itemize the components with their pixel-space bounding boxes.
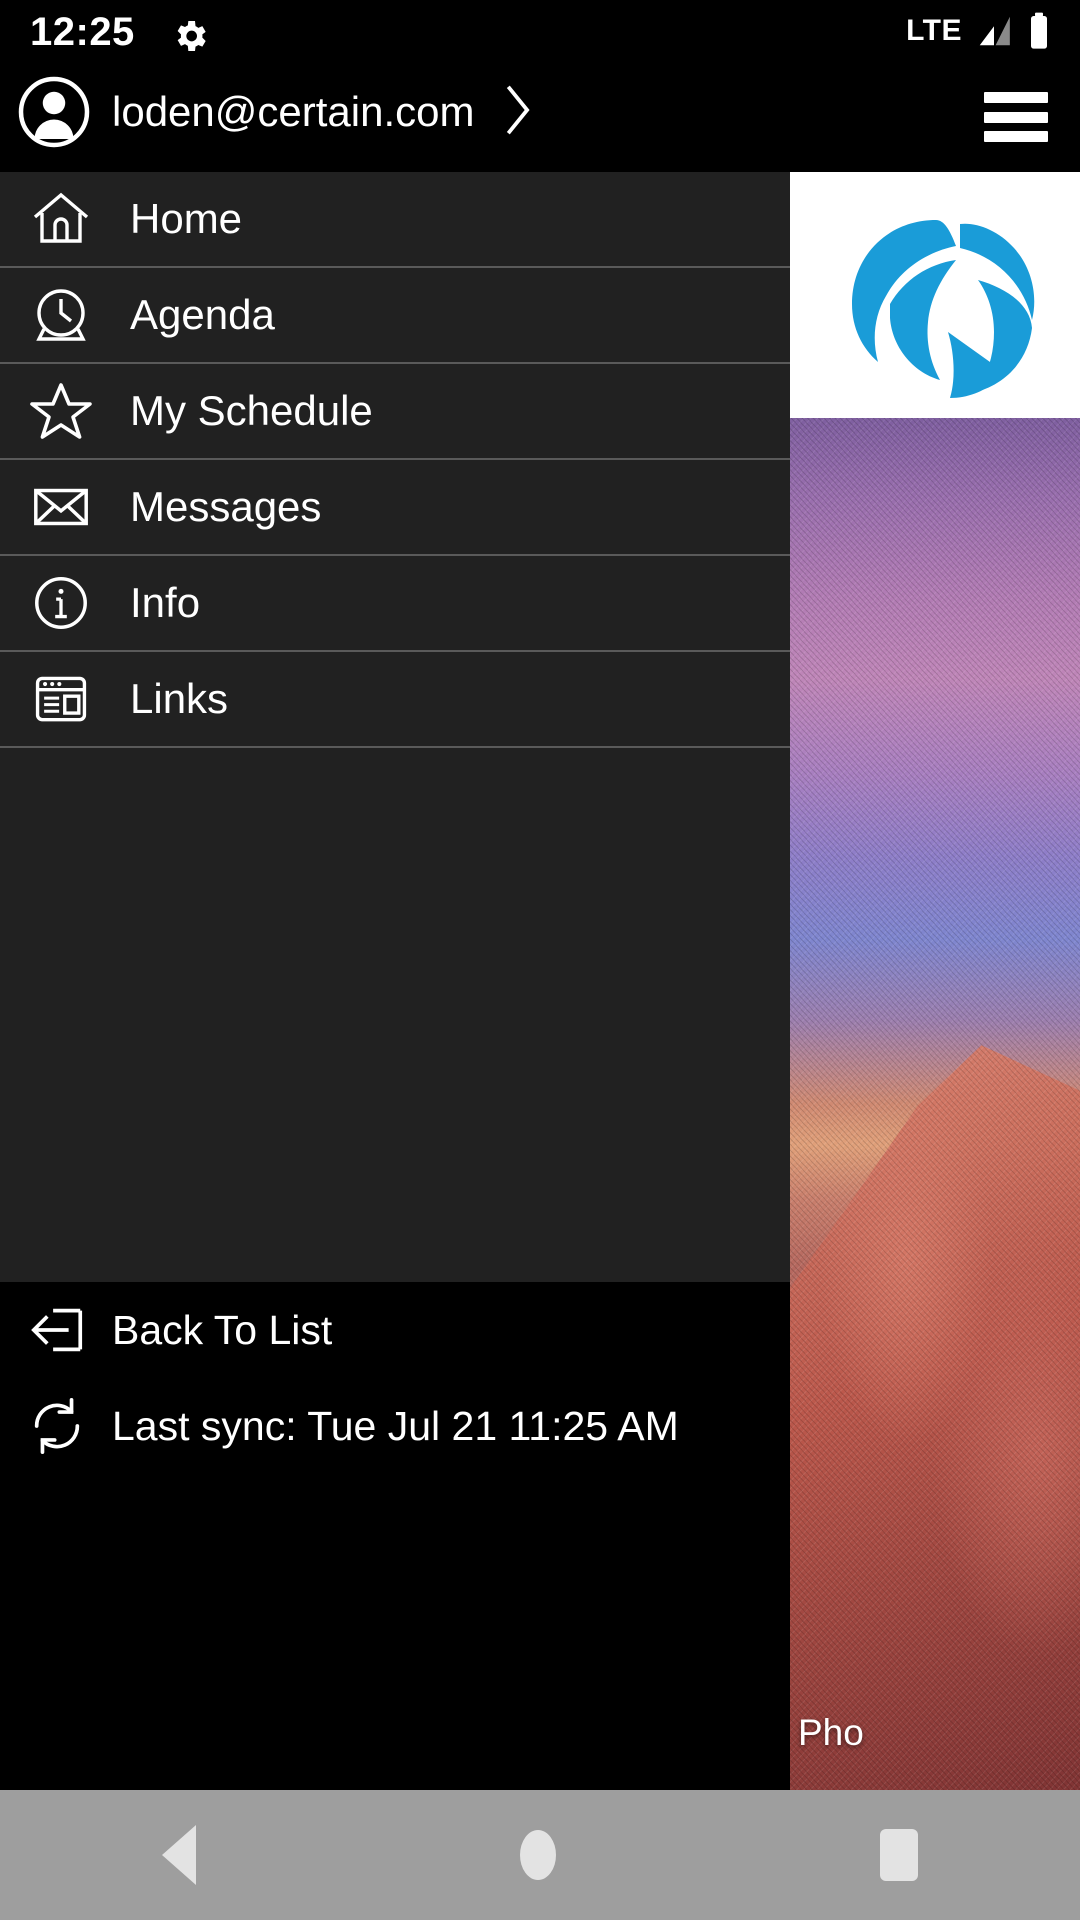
- refresh-sync-icon: [22, 1391, 92, 1461]
- back-to-list-button[interactable]: Back To List: [0, 1282, 790, 1378]
- arrow-into-bracket-icon: [22, 1295, 92, 1365]
- sidebar-item-messages[interactable]: Messages: [0, 460, 790, 556]
- back-to-list-label: Back To List: [112, 1306, 333, 1353]
- sidebar-item-home[interactable]: Home: [0, 172, 790, 268]
- home-icon: [22, 180, 100, 258]
- sidebar-item-label: Info: [130, 579, 201, 626]
- hamburger-bar: [984, 111, 1048, 123]
- account-row[interactable]: loden@certain.com: [18, 76, 534, 148]
- drawer-bottom-filler: [0, 1474, 790, 1790]
- sidebar-item-info[interactable]: Info: [0, 556, 790, 652]
- sidebar-item-agenda[interactable]: Agenda: [0, 268, 790, 364]
- sidebar-item-label: Links: [130, 675, 229, 722]
- app-logo-card: [790, 160, 1080, 418]
- account-email: loden@certain.com: [112, 88, 475, 135]
- nav-back-icon[interactable]: [162, 1825, 196, 1885]
- sidebar-item-my-schedule[interactable]: My Schedule: [0, 364, 790, 460]
- clock-icon: [22, 276, 100, 354]
- nav-home-icon[interactable]: [520, 1830, 556, 1880]
- hamburger-bar: [984, 92, 1048, 103]
- signal-bars-icon: [979, 16, 1010, 46]
- gear-icon: [170, 16, 210, 61]
- chevron-right-icon[interactable]: [500, 81, 534, 144]
- sidebar-item-label: Messages: [130, 483, 322, 530]
- last-sync-row[interactable]: Last sync: Tue Jul 21 11:25 AM: [0, 1378, 790, 1474]
- sidebar-item-label: My Schedule: [130, 387, 373, 434]
- drawer-footer: Back To List Last sync: Tue Jul 21 11:25…: [0, 1282, 790, 1474]
- photo-texture-overlay: [790, 418, 1080, 1790]
- photo-caption: Pho: [798, 1712, 864, 1753]
- info-circle-icon: [22, 564, 100, 642]
- sidebar-item-label: Agenda: [130, 291, 275, 338]
- user-avatar-icon: [18, 76, 90, 148]
- status-bar: 12:25 LTE: [0, 0, 1080, 62]
- navigation-drawer: Home Agenda My Schedule Messages Info Li…: [0, 172, 790, 1282]
- sidebar-item-label: Home: [130, 195, 243, 242]
- star-icon: [22, 372, 100, 450]
- nav-recents-icon[interactable]: [880, 1829, 918, 1881]
- network-type-label: LTE: [906, 14, 962, 47]
- status-time: 12:25: [30, 10, 135, 54]
- hamburger-bar: [984, 131, 1048, 142]
- sidebar-item-links[interactable]: Links: [0, 652, 790, 748]
- last-sync-label: Last sync: Tue Jul 21 11:25 AM: [112, 1402, 679, 1449]
- envelope-icon: [22, 468, 100, 546]
- app-hero-photo: Pho: [790, 418, 1080, 1790]
- status-indicators: LTE: [906, 11, 1052, 51]
- android-navigation-bar: [0, 1790, 1080, 1920]
- battery-full-icon: [1031, 12, 1047, 49]
- browser-window-icon: [22, 660, 100, 738]
- phone-screen: Pho 12:25 LTE loden@certain.com Home Age…: [0, 0, 1080, 1920]
- drawer-header: loden@certain.com: [0, 62, 1080, 172]
- certain-globe-logo: [852, 220, 1035, 398]
- hamburger-menu-icon[interactable]: [984, 92, 1048, 142]
